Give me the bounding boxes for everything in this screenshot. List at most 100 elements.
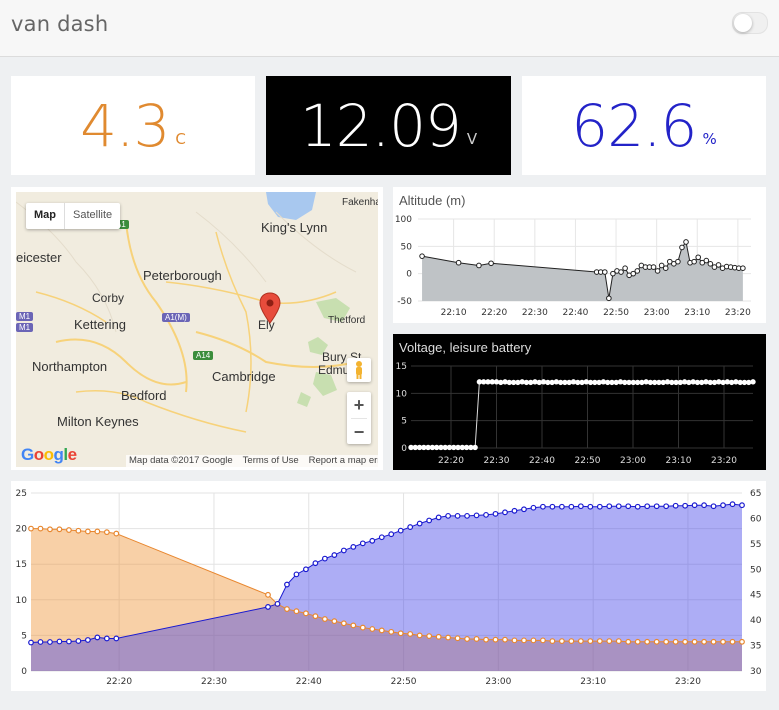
voltage-point: [630, 379, 637, 386]
temperature-point: [265, 591, 271, 598]
voltage-point: [476, 379, 483, 385]
altitude-point: [618, 269, 624, 275]
temperature-point: [359, 624, 366, 631]
voltage-point: [647, 379, 654, 386]
temperature-point: [549, 638, 556, 644]
humidity-point: [407, 524, 414, 530]
voltage-point: [425, 444, 431, 451]
humidity-point: [568, 503, 575, 510]
voltage-point: [480, 379, 487, 385]
humidity-point: [663, 503, 670, 510]
humidity-point: [369, 537, 376, 544]
altitude-point: [634, 268, 641, 274]
x-tick-label: 23:00: [485, 677, 511, 687]
altitude-point: [675, 258, 681, 265]
altitude-point: [695, 254, 702, 261]
voltage-point: [741, 379, 748, 386]
humidity-point: [492, 510, 499, 517]
y-tick-label: 50: [401, 242, 413, 252]
voltage-point: [617, 379, 624, 385]
humidity-point: [445, 512, 452, 519]
y-tick-label: 10: [396, 389, 408, 399]
humidity-point: [293, 571, 300, 578]
humidity-point: [625, 503, 632, 510]
terms-of-use-link[interactable]: Terms of Use: [243, 455, 299, 467]
voltage-point: [498, 379, 504, 386]
voltage-point: [592, 379, 598, 386]
zoom-in-button[interactable]: +: [347, 392, 371, 418]
map-footer: Map data ©2017 Google Terms of Use Repor…: [126, 455, 378, 467]
voltage-point: [707, 379, 713, 386]
temperature-point: [483, 636, 489, 643]
temperature-point: [568, 638, 575, 644]
temperature-point: [426, 633, 433, 640]
map-label-leicester: eicester: [16, 250, 62, 265]
voltage-point: [626, 379, 632, 386]
temperature-point: [606, 638, 613, 644]
y-left-tick-label: 10: [16, 596, 28, 606]
humidity-point: [350, 544, 357, 550]
voltage-point: [609, 379, 615, 386]
humidity-value: 62.6: [571, 91, 697, 160]
voltage-point: [575, 379, 581, 386]
humidity-point: [312, 560, 319, 567]
x-tick-label: 23:10: [666, 456, 692, 466]
temperature-point: [492, 636, 499, 643]
voltage-point: [493, 379, 500, 385]
voltage-point: [502, 379, 508, 385]
humidity-point: [56, 638, 63, 645]
altitude-card: Altitude (m) -50 0 50 100 22:10 22:20 22:30 22:…: [393, 187, 766, 323]
altitude-point: [476, 262, 482, 269]
voltage-point: [416, 444, 423, 451]
temperature-point: [625, 638, 632, 645]
google-logo-letter: g: [53, 445, 64, 464]
temperature-point: [369, 626, 376, 632]
humidity-point: [113, 635, 120, 642]
altitude-point: [606, 295, 612, 302]
y-right-tick-label: 40: [750, 616, 762, 626]
road-shield-a14: A14: [193, 351, 214, 360]
temperature-point: [511, 637, 518, 644]
x-tick-label: 22:30: [201, 677, 227, 687]
road-shield-m1-lower: M1: [16, 323, 34, 332]
map-type-map-button[interactable]: Map: [26, 203, 64, 229]
voltage-point: [485, 379, 491, 385]
map-canvas[interactable]: Fakenha King's Lynn eicester Peterboroug…: [16, 192, 378, 467]
y-right-tick-label: 30: [750, 667, 762, 677]
humidity-point: [303, 566, 309, 573]
temperature-point: [558, 638, 565, 644]
voltage-point: [528, 379, 534, 386]
voltage-point: [690, 379, 696, 385]
humidity-point: [739, 502, 745, 509]
temperature-point: [435, 633, 442, 640]
humidity-point: [340, 547, 347, 554]
altitude-point: [650, 264, 657, 270]
humidity-point: [321, 555, 328, 562]
voltage-point: [750, 379, 756, 385]
x-tick-label: 22:50: [575, 456, 601, 466]
humidity-point: [672, 502, 679, 509]
temperature-point: [596, 638, 603, 644]
google-logo[interactable]: Google: [21, 445, 77, 465]
humidity-point: [729, 501, 736, 508]
x-tick-label: 22:30: [522, 308, 548, 318]
voltage-point: [438, 444, 444, 451]
location-marker-icon[interactable]: [259, 292, 281, 324]
map-type-satellite-button[interactable]: Satellite: [64, 203, 120, 229]
humidity-point: [84, 637, 91, 643]
altitude-point: [691, 258, 697, 265]
zoom-out-button[interactable]: −: [347, 419, 371, 445]
temperature-point: [416, 632, 423, 639]
voltage-point: [579, 379, 585, 386]
voltage-chart-card: Voltage, leisure battery 0 5 10 15 22:20 22:3…: [393, 334, 766, 470]
voltage-point: [737, 379, 743, 386]
theme-toggle[interactable]: [732, 12, 768, 34]
humidity-point: [75, 638, 82, 644]
climate-chart-card: 0 5 10 15 20 25 30 35 40 45 50 55 60 65 22:20 22:30 22:4…: [11, 481, 766, 691]
temperature-point: [672, 638, 679, 645]
street-view-pegman-icon[interactable]: [347, 358, 371, 382]
toggle-knob[interactable]: [734, 14, 752, 32]
humidity-point: [587, 503, 594, 510]
report-map-error-link[interactable]: Report a map error: [309, 455, 378, 467]
map-label-kings-lynn: King's Lynn: [261, 220, 328, 235]
